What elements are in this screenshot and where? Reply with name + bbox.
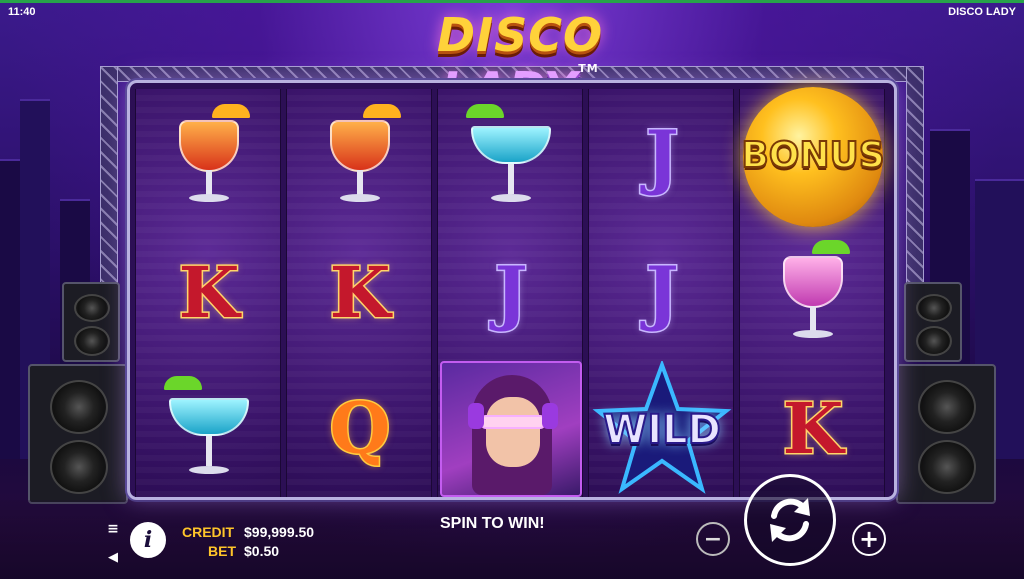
spin-button[interactable] xyxy=(744,474,836,566)
speaker-right-top xyxy=(904,282,962,362)
symbol-k: K xyxy=(136,225,282,361)
spin-message: SPIN TO WIN! xyxy=(440,515,545,532)
symbol-cocktail-red xyxy=(287,89,433,225)
symbol-wild: WILD xyxy=(589,361,735,497)
speaker-left-top xyxy=(62,282,120,362)
symbol-j: J xyxy=(589,225,735,361)
stage-truss xyxy=(100,66,118,296)
increase-bet-button[interactable]: + xyxy=(852,522,886,556)
cocktail-pink-icon xyxy=(768,238,858,348)
spin-arrows-icon xyxy=(770,498,810,542)
speaker-right xyxy=(896,364,996,504)
game-stage: 11:40 DISCO LADY DISCO LADYTM xyxy=(0,0,1024,579)
symbol-j: J xyxy=(438,225,584,361)
cocktail-red-icon xyxy=(315,102,405,212)
disco-ball-icon: BONUS xyxy=(740,87,886,227)
credit-value: $99,999.50 xyxy=(244,524,315,540)
symbol-j: J xyxy=(589,89,735,225)
game-logo: DISCO LADYTM xyxy=(360,8,680,116)
reel-1: K xyxy=(135,89,281,497)
disco-lady-icon xyxy=(440,361,582,497)
reel-4: J J WILD xyxy=(588,89,734,497)
stage-truss xyxy=(906,66,924,296)
letter-j: J xyxy=(644,115,680,198)
symbol-cocktail-blue xyxy=(136,361,282,497)
letter-j: J xyxy=(644,251,680,334)
wild-star-icon: WILD xyxy=(592,361,732,497)
symbol-k: K xyxy=(740,361,886,497)
letter-j: J xyxy=(493,251,529,334)
letter-k: K xyxy=(177,251,241,334)
reel-2: K Q xyxy=(286,89,432,497)
status-line xyxy=(0,0,1024,3)
logo-trademark: TM xyxy=(578,62,599,75)
reel-3: J xyxy=(437,89,583,497)
sound-button[interactable]: ◀ xyxy=(104,548,122,566)
cocktail-red-icon xyxy=(164,102,254,212)
symbol-k: K xyxy=(287,225,433,361)
game-name-label: DISCO LADY xyxy=(948,6,1016,18)
menu-button[interactable]: ≡ xyxy=(104,520,122,538)
letter-k: K xyxy=(328,251,392,334)
plus-icon: + xyxy=(858,525,880,553)
letter-k: K xyxy=(781,387,845,470)
speaker-left xyxy=(28,364,128,504)
decrease-bet-button[interactable]: − xyxy=(696,522,730,556)
bet-label: BET xyxy=(208,543,236,559)
symbol-cocktail-red xyxy=(136,89,282,225)
symbol-cocktail-blue xyxy=(438,89,584,225)
minus-icon: − xyxy=(703,526,723,552)
symbol-bonus: BONUS xyxy=(740,87,886,227)
info-icon: i xyxy=(143,527,153,553)
clock: 11:40 xyxy=(8,6,36,18)
symbol-disco-lady xyxy=(438,361,584,497)
reel-5: BONUS K xyxy=(739,87,886,497)
cocktail-blue-icon xyxy=(164,374,254,484)
credit-label: CREDIT xyxy=(182,524,235,540)
reels-frame: K K Q J J J WILD BONUS K xyxy=(127,80,897,500)
symbol-q: Q xyxy=(287,361,433,497)
logo-word-disco: DISCO xyxy=(436,8,604,62)
letter-q: Q xyxy=(328,387,392,470)
wild-label: WILD xyxy=(602,406,722,454)
symbol-cocktail-pink xyxy=(740,225,886,361)
bonus-label: BONUS xyxy=(740,134,885,177)
info-button[interactable]: i xyxy=(130,522,166,558)
cocktail-blue-icon xyxy=(466,102,556,212)
bet-value: $0.50 xyxy=(244,543,280,559)
